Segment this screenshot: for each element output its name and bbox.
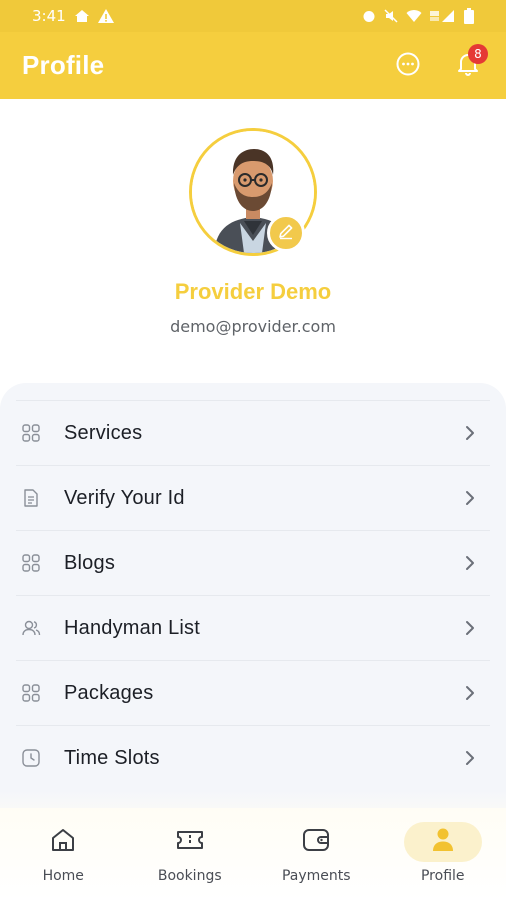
- home-status-icon: [74, 9, 90, 23]
- nav-label: Profile: [420, 868, 465, 884]
- signal-status-icon: [430, 9, 456, 23]
- person-icon: [430, 826, 456, 858]
- nav-item-payments[interactable]: Payments: [253, 808, 380, 900]
- edit-profile-button[interactable]: [267, 214, 305, 252]
- nav-item-home[interactable]: Home: [0, 808, 127, 900]
- nav-label: Payments: [281, 868, 351, 884]
- battery-status-icon: [464, 8, 474, 24]
- menu-item-label: Verify Your Id: [64, 486, 185, 509]
- nav-item-profile[interactable]: Profile: [380, 808, 506, 900]
- profile-email: demo@provider.com: [170, 317, 336, 336]
- chevron-right-icon: [460, 488, 480, 508]
- menu-item-label: Time Slots: [64, 746, 160, 769]
- menu-item-verify-id[interactable]: Verify Your Id: [16, 465, 490, 530]
- nav-item-bookings[interactable]: Bookings: [127, 808, 254, 900]
- chat-icon: [395, 51, 421, 81]
- profile-header: Provider Demo demo@provider.com: [0, 99, 506, 384]
- page-title: Profile: [22, 50, 105, 80]
- status-time: 3:41: [32, 7, 66, 25]
- notifications-button[interactable]: 8: [452, 43, 488, 82]
- menu-item-label: Packages: [64, 681, 154, 704]
- menu-item-label: Services: [64, 421, 143, 444]
- warning-status-icon: [97, 9, 114, 23]
- nav-label: Bookings: [157, 868, 222, 884]
- wallet-icon: [301, 826, 331, 858]
- pencil-icon: [277, 222, 295, 244]
- chevron-right-icon: [460, 553, 480, 573]
- chevron-right-icon: [460, 423, 480, 443]
- bottom-navigation: Home Bookings Payments Profile: [0, 808, 506, 900]
- menu-list: Services Verify Your Id Blogs Handyman L…: [16, 400, 490, 791]
- app-bar: Profile 8: [0, 32, 506, 99]
- users-icon: [20, 617, 42, 639]
- ticket-icon: [175, 826, 205, 858]
- home-icon: [49, 826, 77, 858]
- status-bar: 3:41: [0, 0, 506, 32]
- chevron-right-icon: [460, 683, 480, 703]
- grid-icon: [20, 552, 42, 574]
- chevron-right-icon: [460, 618, 480, 638]
- chat-button[interactable]: [392, 50, 424, 82]
- mute-status-icon: [384, 9, 398, 23]
- menu-item-time-slots[interactable]: Time Slots: [16, 725, 490, 790]
- grid-icon: [20, 422, 42, 444]
- nav-active-indicator: [403, 822, 482, 862]
- chevron-right-icon: [460, 748, 480, 768]
- menu-item-packages[interactable]: Packages: [16, 660, 490, 725]
- profile-name: Provider Demo: [174, 279, 332, 304]
- grid-icon: [20, 682, 42, 704]
- menu-card: Services Verify Your Id Blogs Handyman L…: [0, 383, 506, 823]
- wifi-status-icon: [406, 9, 422, 23]
- menu-item-label: Blogs: [64, 551, 116, 574]
- nav-label: Home: [42, 868, 84, 884]
- menu-item-label: Handyman List: [64, 616, 200, 639]
- document-icon: [20, 487, 42, 509]
- menu-item-handyman-list[interactable]: Handyman List: [16, 595, 490, 660]
- clock-icon: [20, 747, 42, 769]
- menu-item-services[interactable]: Services: [16, 400, 490, 465]
- menu-item-blogs[interactable]: Blogs: [16, 530, 490, 595]
- notification-badge: 8: [468, 43, 488, 64]
- alarm-status-icon: [362, 9, 376, 23]
